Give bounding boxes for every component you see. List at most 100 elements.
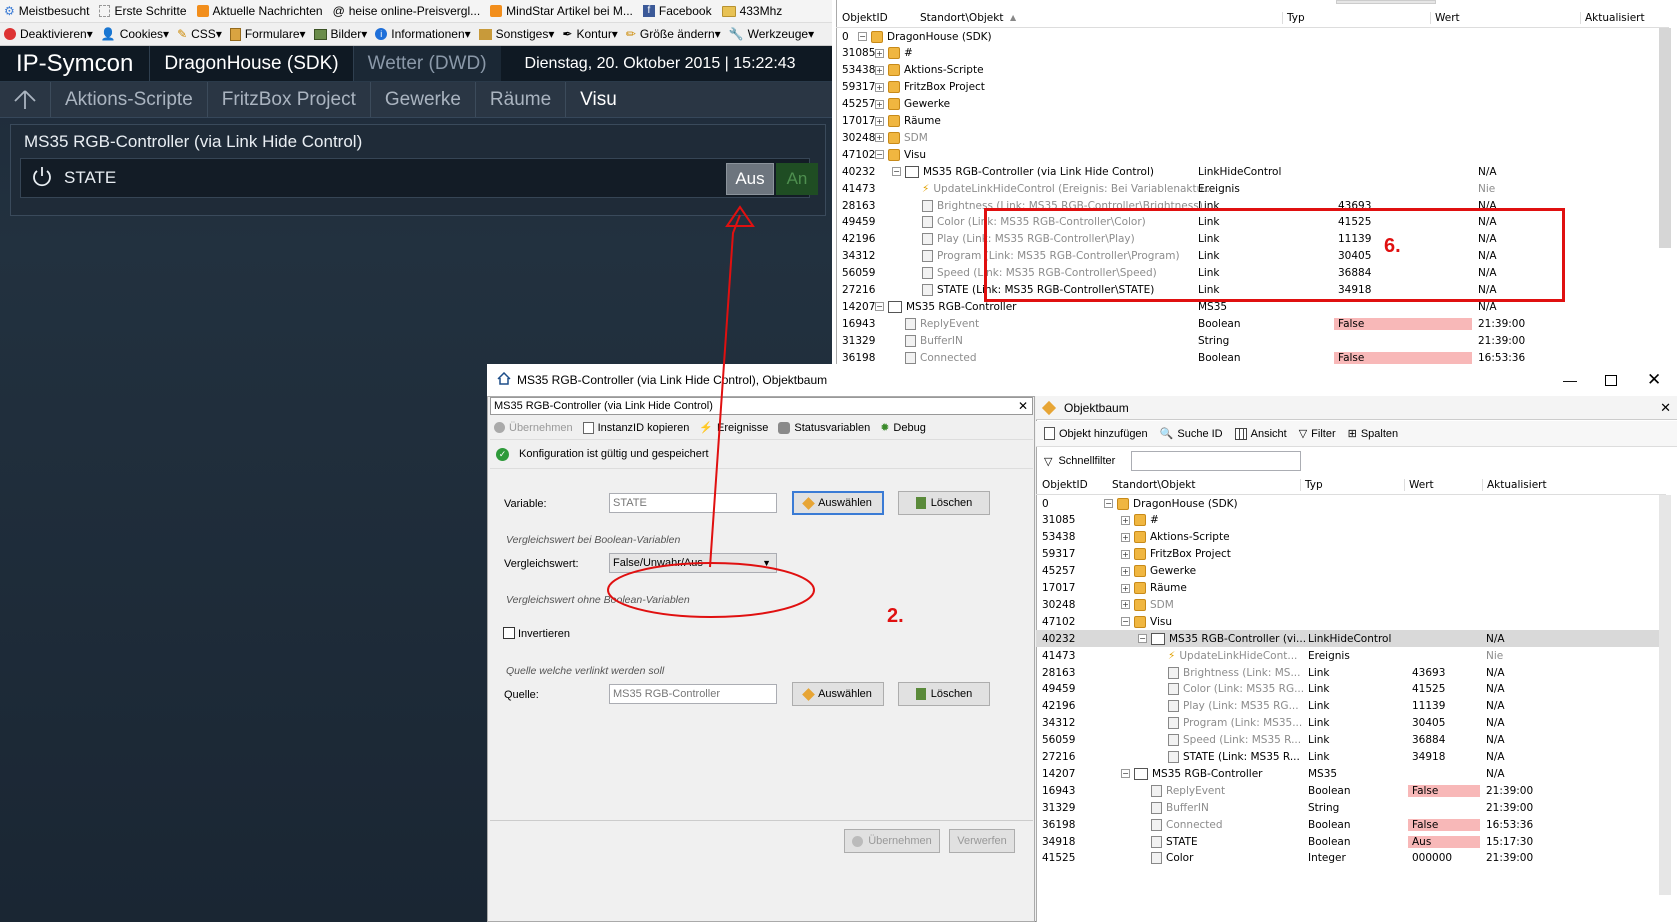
tree-row[interactable]: 16943 ReplyEvent Boolean False 21:39:00 (1036, 782, 1659, 799)
tree-row[interactable]: 31329 BufferIN String 21:39:00 (836, 332, 1659, 349)
expander-icon[interactable]: + (875, 99, 884, 109)
tree-row[interactable]: 34312 Program (Link: MS35... Link 30405 N/A (1036, 715, 1659, 732)
filter-button[interactable]: ▽ Filter (1299, 427, 1336, 441)
expander-icon[interactable]: − (875, 302, 884, 312)
webdev-sonstiges[interactable]: Sonstiges▾ (478, 27, 554, 41)
expander-icon[interactable]: + (1121, 600, 1130, 610)
bookmark-erste-schritte[interactable]: Erste Schritte (99, 4, 187, 18)
webdev-groesse[interactable]: ✏ Größe ändern▾ (626, 27, 721, 41)
tree-row[interactable]: 42196 Play (Link: MS35 RG... Link 11139 N/A (1036, 698, 1659, 715)
bookmark-facebook[interactable]: f Facebook (642, 4, 712, 18)
expander-icon[interactable]: + (1121, 515, 1130, 525)
close-window-button[interactable]: ✕ (1647, 370, 1661, 390)
tree-row[interactable]: 31085 + # (836, 45, 1659, 62)
col-typ[interactable]: Typ (1282, 11, 1305, 24)
tree-row[interactable]: 30248 + SDM (836, 129, 1659, 146)
expander-icon[interactable]: + (875, 116, 884, 126)
tree-row[interactable]: 53438 + Aktions-Scripte (1036, 529, 1659, 546)
webdev-cookies[interactable]: 👤 Cookies▾ (101, 27, 169, 41)
up-arrow-icon[interactable] (0, 89, 50, 111)
webdev-werkzeuge[interactable]: 🔧 Werkzeuge▾ (729, 27, 814, 41)
webdev-formulare[interactable]: Formulare▾ (229, 27, 306, 41)
expander-icon[interactable]: − (1121, 769, 1130, 779)
quickfilter-input[interactable] (1131, 451, 1302, 471)
close-icon[interactable]: ✕ (1660, 400, 1671, 416)
tree-row[interactable]: 28163 Brightness (Link: MS... Link 43693 N/A (1036, 664, 1659, 681)
col-objektid[interactable]: ObjektID (842, 12, 888, 24)
expander-icon[interactable]: − (892, 167, 901, 177)
apply-button[interactable]: Übernehmen (844, 829, 940, 853)
an-button[interactable]: An (776, 163, 818, 195)
expander-icon[interactable]: − (1138, 634, 1147, 644)
console-scrollbar[interactable] (1659, 28, 1671, 248)
statusvars-button[interactable]: Statusvariablen (778, 421, 870, 434)
tree-row[interactable]: 17017 + Räume (1036, 580, 1659, 597)
tree-row[interactable]: 31329 BufferIN String 21:39:00 (1036, 799, 1659, 816)
tree-row[interactable]: 40232 − MS35 RGB-Controller (vi... LinkHide… (1036, 630, 1659, 648)
source-field[interactable]: MS35 RGB-Controller (609, 684, 777, 704)
tree-row[interactable]: 56059 Speed (Link: MS35 R... Link 36884 N/A (1036, 732, 1659, 749)
tree-row[interactable]: 0− DragonHouse (SDK) (1036, 495, 1659, 512)
columns-button[interactable]: ⊞ Spalten (1348, 427, 1399, 441)
tree-row[interactable]: 34918 STATE Boolean Aus 15:17:30 (1036, 833, 1659, 850)
tree-row[interactable]: 45257 + Gewerke (1036, 563, 1659, 580)
tree-row[interactable]: 59317 + FritzBox Project (836, 79, 1659, 96)
bookmark-433mhz[interactable]: 433Mhz (721, 4, 782, 18)
compare-select[interactable]: False/Unwahr/Aus ▼ (609, 553, 777, 573)
expander-icon[interactable]: + (1121, 583, 1130, 593)
tree-row[interactable]: 41473 ⚡ UpdateLinkHideControl (Ereignis: B… (836, 180, 1659, 197)
col-objektid[interactable]: ObjektID (1042, 479, 1088, 491)
webdev-kontur[interactable]: ✒ Kontur▾ (562, 27, 617, 41)
tree-row[interactable]: 49459 Color (Link: MS35 RG... Link 41525 N/A (1036, 681, 1659, 698)
tree-row[interactable]: 30248 + SDM (1036, 596, 1659, 613)
debug-button[interactable]: ✹ Debug (880, 421, 926, 435)
tree-row[interactable]: 47102− Visu (836, 146, 1659, 163)
tree-row[interactable]: 40232 − MS35 RGB-Controller (via Link Hide… (836, 163, 1659, 180)
tab-wetter[interactable]: Wetter (DWD) (352, 46, 501, 81)
tree-row[interactable]: 16943 ReplyEvent Boolean False 21:39:00 (836, 315, 1659, 332)
nav-visu[interactable]: Visu (565, 82, 631, 117)
expander-icon[interactable]: + (875, 48, 884, 58)
tree-row[interactable]: 0− DragonHouse (SDK) (836, 28, 1659, 45)
discard-button[interactable]: Verwerfen (949, 829, 1015, 853)
nav-raeume[interactable]: Räume (474, 82, 565, 117)
expander-icon[interactable]: + (875, 65, 884, 75)
invert-checkbox[interactable] (503, 627, 515, 639)
tree-row[interactable]: 36198 Connected Boolean False 16:53:36 (1036, 816, 1659, 833)
tree-row[interactable]: 36198 Connected Boolean False 16:53:36 (836, 349, 1659, 364)
col-aktualisiert[interactable]: Aktualisiert (1482, 478, 1547, 491)
tab-dragonhouse[interactable]: DragonHouse (SDK) (149, 46, 352, 81)
nav-fritzbox[interactable]: FritzBox Project (206, 82, 370, 117)
variable-select-button[interactable]: Auswählen (792, 491, 884, 515)
webdev-informationen[interactable]: i Informationen▾ (375, 27, 471, 41)
col-standort[interactable]: Standort\Objekt (920, 12, 1003, 24)
bookmark-mindstar[interactable]: MindStar Artikel bei M... (490, 4, 633, 18)
col-typ[interactable]: Typ (1300, 478, 1323, 491)
apply-toolbar-button[interactable]: Übernehmen (494, 422, 573, 434)
source-select-button[interactable]: Auswählen (792, 682, 884, 706)
expander-icon[interactable]: + (1121, 532, 1130, 542)
minimize-button[interactable]: — (1563, 372, 1577, 388)
expander-icon[interactable]: − (875, 150, 884, 160)
webdev-bilder[interactable]: Bilder▾ (313, 27, 367, 41)
webdev-css[interactable]: ✎ CSS▾ (177, 27, 222, 41)
objektbaum-scrollbar[interactable] (1659, 495, 1671, 895)
aus-button[interactable]: Aus (726, 163, 774, 195)
search-id-button[interactable]: 🔍 Suche ID (1160, 427, 1223, 441)
tree-row[interactable]: 27216 STATE (Link: MS35 R... Link 34918 N/A (1036, 749, 1659, 766)
tree-row[interactable]: 41473 ⚡ UpdateLinkHideCont... Ereignis Nie (1036, 647, 1659, 664)
add-object-button[interactable]: Objekt hinzufügen (1044, 427, 1148, 440)
bookmark-meistbesucht[interactable]: ⚙ Meistbesucht (4, 4, 89, 18)
source-delete-button[interactable]: Löschen (898, 682, 990, 706)
tree-row[interactable]: 53438 + Aktions-Scripte (836, 62, 1659, 79)
nav-gewerke[interactable]: Gewerke (369, 82, 475, 117)
expander-icon[interactable]: − (1121, 617, 1130, 627)
col-standort[interactable]: Standort\Objekt (1112, 479, 1195, 491)
variable-delete-button[interactable]: Löschen (898, 491, 990, 515)
expander-icon[interactable]: + (875, 82, 884, 92)
expander-icon[interactable]: + (875, 133, 884, 143)
variable-field[interactable]: STATE (609, 493, 777, 513)
tree-row[interactable]: 14207 − MS35 RGB-Controller MS35 N/A (1036, 765, 1659, 782)
bookmark-heise[interactable]: @ heise online-Preisvergl... (333, 4, 481, 18)
copy-id-button[interactable]: InstanzID kopieren (582, 421, 689, 434)
